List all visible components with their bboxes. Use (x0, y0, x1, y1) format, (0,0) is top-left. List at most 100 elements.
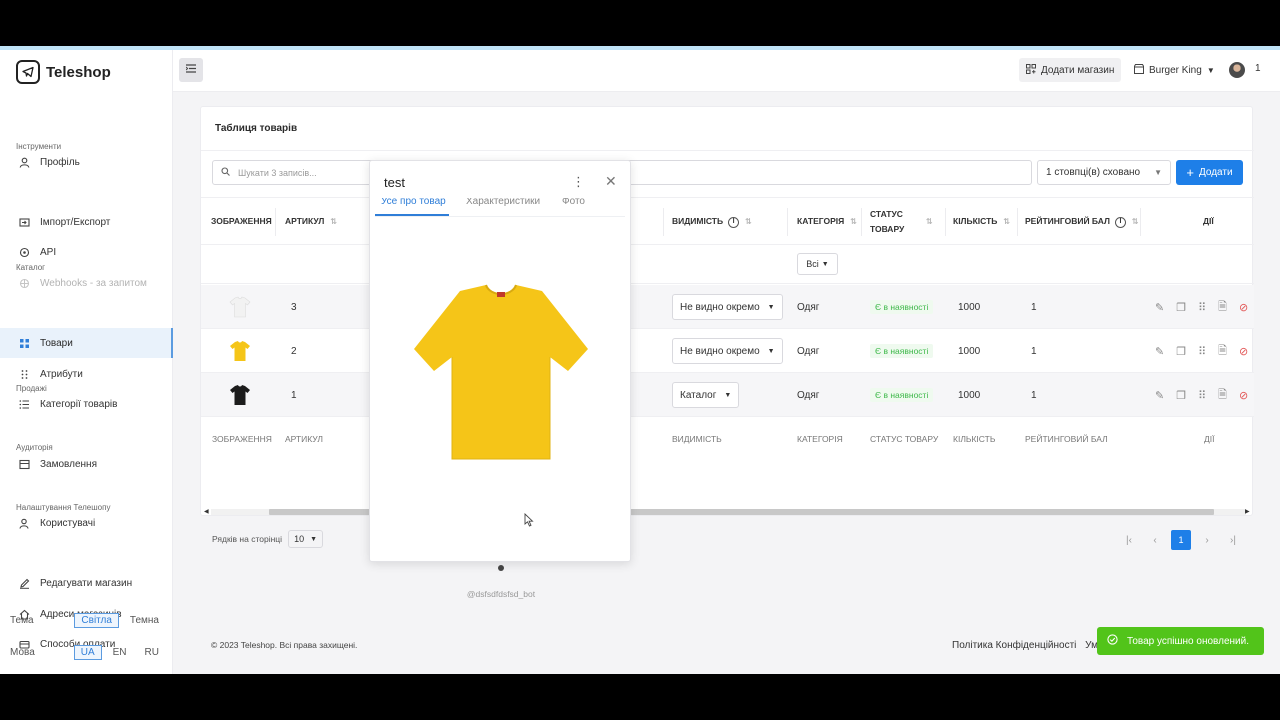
drag-handle-icon[interactable]: ⠿ (1198, 301, 1206, 314)
column-header-status[interactable]: Статус товару ⇅ (870, 198, 940, 246)
tshirt-yellow-image (414, 284, 588, 460)
sidebar: Teleshop Профіль Інструменти Імпорт/Експ… (0, 50, 173, 674)
language-ru-option[interactable]: RU (138, 645, 166, 660)
column-header-sku[interactable]: Артикул ⇅ (285, 198, 337, 246)
rows-per-page-select[interactable]: 10 ▼ (288, 530, 324, 548)
document-icon[interactable]: 🗎 (1218, 342, 1227, 361)
sidebar-item-products[interactable]: Товари (0, 328, 173, 358)
sidebar-section-catalog: Каталог (16, 263, 46, 272)
edit-icon (18, 577, 30, 589)
api-icon (18, 246, 30, 258)
footer-links: Політика Конфіденційності Умо (952, 640, 1104, 651)
menu-icon (185, 64, 196, 76)
visibility-select[interactable]: Не видно окремо ▼ (672, 294, 783, 320)
sidebar-item-users[interactable]: Користувачі (0, 508, 173, 538)
info-icon: i (728, 216, 740, 228)
column-header-category[interactable]: Категорія ⇅ (797, 198, 857, 246)
avatar[interactable] (1229, 62, 1245, 78)
tab-characteristics[interactable]: Характеристики (466, 198, 540, 207)
sort-icon: ⇅ (330, 216, 338, 226)
edit-icon[interactable]: ✎ (1155, 301, 1164, 314)
footer-label: Кількість (953, 434, 996, 444)
add-label: Додати (1199, 167, 1233, 178)
theme-light-option[interactable]: Світла (74, 612, 119, 628)
edit-icon[interactable]: ✎ (1155, 345, 1164, 358)
info-icon: i (1114, 216, 1126, 228)
category-filter-select[interactable]: Всі ▼ (797, 253, 838, 275)
scroll-left-icon[interactable]: ◀ (204, 508, 209, 515)
search-placeholder: Шукати 3 записів... (238, 167, 317, 178)
prev-page-icon[interactable]: ‹ (1145, 530, 1165, 550)
language-en-option[interactable]: EN (106, 645, 134, 660)
sidebar-item-orders[interactable]: Замовлення (0, 449, 173, 479)
tshirt-black-image (230, 385, 250, 405)
drag-handle-icon[interactable]: ⠿ (1198, 389, 1206, 402)
footer-label: Рейтинговий бал (1025, 434, 1108, 444)
tab-photo[interactable]: Фото (562, 198, 585, 207)
first-page-icon[interactable]: |‹ (1119, 530, 1139, 550)
add-shop-button[interactable]: Додати магазин (1019, 58, 1122, 82)
visibility-value: Не видно окремо (680, 301, 760, 313)
sidebar-item-label: Атрибути (40, 368, 83, 380)
horizontal-scrollbar[interactable]: ◀ ▶ (201, 508, 1254, 516)
tab-about-product[interactable]: Усе про товар (381, 198, 446, 207)
drag-handle-icon[interactable]: ⠿ (1198, 345, 1206, 358)
sidebar-item-webhooks[interactable]: Webhooks - за запитом (0, 268, 173, 298)
visibility-cell: Не видно окремо ▼ (672, 285, 783, 329)
shop-select[interactable]: Burger King ▼ (1128, 58, 1221, 82)
delete-icon[interactable]: ⊘ (1239, 301, 1248, 314)
next-page-icon[interactable]: › (1197, 530, 1217, 550)
sidebar-item-profile[interactable]: Профіль (0, 147, 173, 177)
column-header-quantity[interactable]: Кількість ⇅ (953, 198, 1010, 246)
table-header: Зображення Артикул ⇅ Видимість i ⇅ Категорі… (201, 197, 1254, 245)
copy-icon[interactable]: ❐ (1176, 301, 1186, 314)
language-ua-option[interactable]: UA (73, 644, 102, 660)
document-icon[interactable]: 🗎 (1218, 386, 1227, 405)
sidebar-item-edit-shop[interactable]: Редагувати магазин (0, 568, 173, 598)
filter-row: Всі ▼ (201, 245, 1254, 284)
column-divider (1017, 208, 1018, 236)
edit-icon[interactable]: ✎ (1155, 389, 1164, 402)
copy-icon[interactable]: ❐ (1176, 389, 1186, 402)
document-icon[interactable]: 🗎 (1218, 298, 1227, 317)
caret-down-icon: ▼ (767, 347, 775, 355)
copy-icon[interactable]: ❐ (1176, 345, 1186, 358)
theme-dark-option[interactable]: Темна (123, 613, 166, 628)
logo[interactable]: Teleshop (16, 60, 111, 84)
column-header-image[interactable]: Зображення (211, 198, 272, 246)
add-product-button[interactable]: + Додати (1176, 160, 1243, 185)
delete-icon[interactable]: ⊘ (1239, 389, 1248, 402)
product-thumbnail (229, 373, 251, 417)
page-button-current[interactable]: 1 (1171, 530, 1191, 550)
sidebar-item-import-export[interactable]: Імпорт/Експорт (0, 207, 173, 237)
theme-switch: Тема Світла Темна (10, 612, 170, 628)
column-divider (1140, 208, 1141, 236)
column-divider (275, 208, 276, 236)
visibility-select[interactable]: Не видно окремо ▼ (672, 338, 783, 364)
table-row[interactable]: 2 Не видно окремо ▼ Одяг Є в наявності 10… (201, 329, 1254, 373)
column-header-rating[interactable]: Рейтинговий бал i ⇅ (1025, 198, 1139, 246)
delete-icon[interactable]: ⊘ (1239, 345, 1248, 358)
table-row[interactable]: 1 Каталог ▼ Одяг Є в наявності 1000 1 ✎ ❐… (201, 373, 1254, 417)
notification-count[interactable]: 1 (1255, 63, 1261, 74)
tab-indicator (375, 214, 449, 216)
user-icon (18, 156, 30, 168)
scroll-right-icon[interactable]: ▶ (1245, 508, 1250, 515)
privacy-link[interactable]: Політика Конфіденційності (952, 640, 1076, 651)
last-page-icon[interactable]: ›| (1223, 530, 1243, 550)
close-icon[interactable]: ✕ (605, 173, 617, 190)
carousel-dot[interactable] (498, 565, 504, 571)
sidebar-item-categories[interactable]: Категорії товарів (0, 389, 173, 419)
sidebar-item-label: Користувачі (40, 517, 96, 529)
sku-cell: 1 (291, 389, 297, 401)
webhook-icon (18, 277, 30, 289)
menu-toggle-button[interactable] (179, 58, 203, 82)
more-vertical-icon[interactable]: ⋮ (572, 174, 585, 190)
hidden-columns-select[interactable]: 1 стовпці(в) сховано ▼ (1037, 160, 1171, 185)
orders-icon (18, 458, 30, 470)
visibility-select[interactable]: Каталог ▼ (672, 382, 740, 408)
footer-label: Статус товару (870, 434, 939, 444)
table-row[interactable]: 3 Не видно окремо ▼ Одяг Є в наявності 10… (201, 285, 1254, 329)
header-label: Статус товару (870, 208, 905, 234)
column-header-visibility[interactable]: Видимість i ⇅ (672, 198, 752, 246)
